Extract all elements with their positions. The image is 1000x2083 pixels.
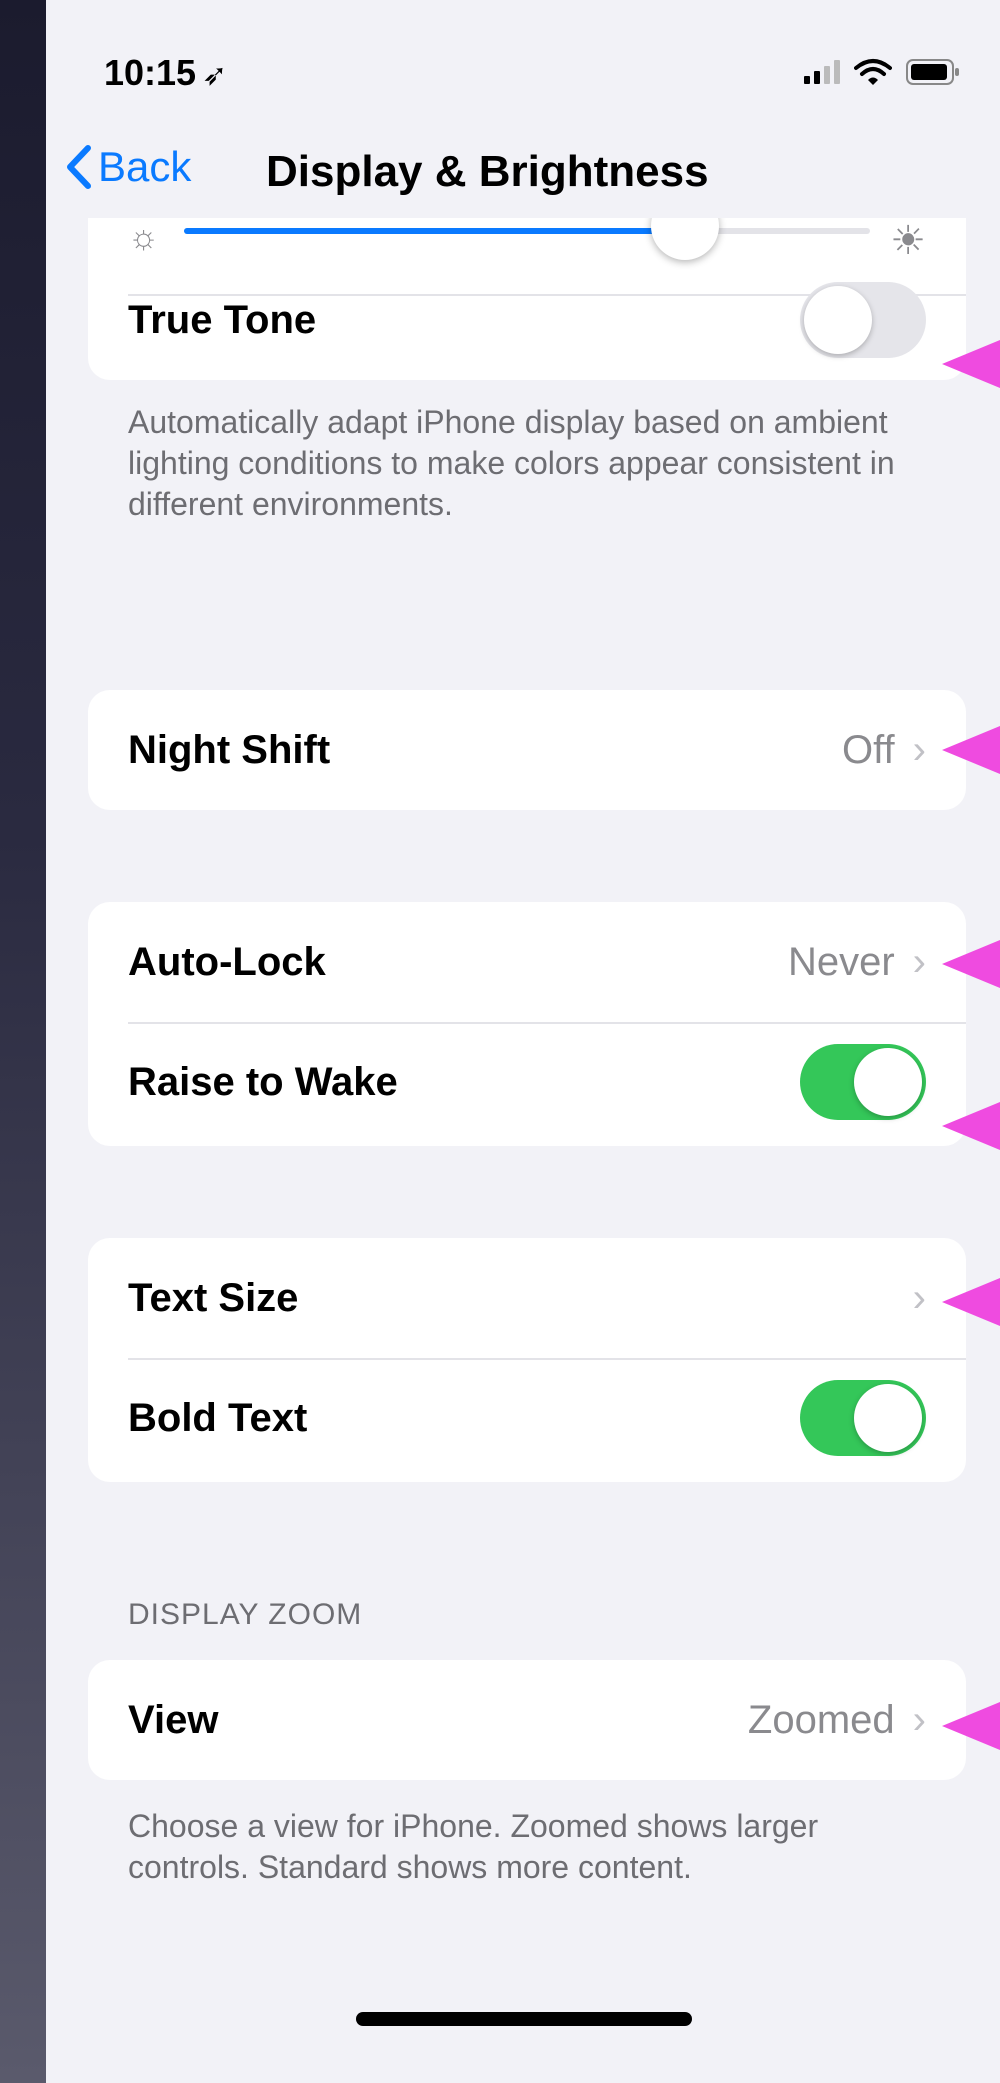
sun-bright-icon: ☀ [890, 219, 926, 263]
true-tone-row[interactable]: True Tone [88, 260, 966, 380]
night-shift-row[interactable]: Night Shift Off › [88, 690, 966, 810]
brightness-slider-fill [184, 228, 685, 234]
brightness-slider[interactable] [184, 218, 870, 260]
text-size-label: Text Size [128, 1275, 299, 1320]
display-zoom-header: DISPLAY ZOOM [128, 1598, 363, 1631]
annotation-arrow [942, 726, 1000, 774]
chevron-left-icon [67, 145, 91, 189]
chevron-right-icon: › [912, 727, 926, 772]
raise-to-wake-label: Raise to Wake [128, 1059, 398, 1104]
view-value: Zoomed [747, 1697, 895, 1742]
auto-lock-label: Auto-Lock [128, 939, 326, 984]
brightness-card: ☼ ☀ True Tone [88, 218, 966, 380]
phone-screen: 10:15 ➶ Back Display & Brightness ☼ ☀ Tr… [46, 0, 1000, 2083]
annotation-arrow [942, 1102, 1000, 1150]
back-label: Back [98, 143, 192, 190]
bold-text-row: Bold Text [88, 1358, 966, 1478]
bold-text-toggle[interactable] [800, 1380, 926, 1456]
brightness-slider-thumb[interactable] [650, 218, 719, 260]
chevron-right-icon: › [912, 1697, 926, 1742]
view-row[interactable]: View Zoomed › [88, 1660, 966, 1780]
night-shift-card: Night Shift Off › [88, 690, 966, 810]
true-tone-label: True Tone [128, 297, 317, 342]
sun-dim-icon: ☼ [128, 218, 160, 256]
location-arrow-icon: ➶ [202, 59, 228, 92]
chevron-right-icon: › [912, 1275, 926, 1320]
cellular-signal-icon [804, 60, 840, 84]
annotation-arrow [942, 1702, 1000, 1750]
back-button[interactable]: Back [64, 143, 191, 191]
auto-lock-row[interactable]: Auto-Lock Never › [88, 902, 966, 1022]
status-time-text: 10:15 [104, 52, 197, 93]
text-size-row[interactable]: Text Size › [88, 1238, 966, 1358]
annotation-arrow [942, 940, 1000, 988]
status-bar: 10:15 ➶ [46, 0, 1000, 130]
display-zoom-footer: Choose a view for iPhone. Zoomed shows l… [128, 1808, 819, 1885]
annotation-arrow [942, 1278, 1000, 1326]
toggle-knob [854, 1384, 922, 1452]
toggle-knob [804, 286, 872, 354]
bold-text-label: Bold Text [128, 1395, 308, 1440]
battery-icon [906, 59, 960, 85]
page-title: Display & Brightness [266, 147, 709, 196]
chevron-right-icon: › [912, 939, 926, 984]
night-shift-label: Night Shift [128, 727, 331, 772]
auto-lock-card: Auto-Lock Never › Raise to Wake [88, 902, 966, 1146]
home-indicator[interactable] [356, 2012, 692, 2026]
status-icons [804, 58, 960, 86]
true-tone-footer: Automatically adapt iPhone display based… [128, 404, 895, 522]
toggle-knob [854, 1048, 922, 1116]
navigation-bar: Back Display & Brightness [46, 135, 1000, 215]
wifi-icon [854, 58, 892, 86]
raise-to-wake-row: Raise to Wake [88, 1022, 966, 1142]
night-shift-value: Off [842, 727, 895, 772]
annotation-arrow [942, 340, 1000, 388]
raise-to-wake-toggle[interactable] [800, 1044, 926, 1120]
status-time: 10:15 ➶ [104, 52, 227, 94]
display-zoom-card: View Zoomed › [88, 1660, 966, 1780]
true-tone-toggle[interactable] [800, 282, 926, 358]
view-label: View [128, 1697, 219, 1742]
auto-lock-value: Never [787, 939, 895, 984]
text-card: Text Size › Bold Text [88, 1238, 966, 1482]
